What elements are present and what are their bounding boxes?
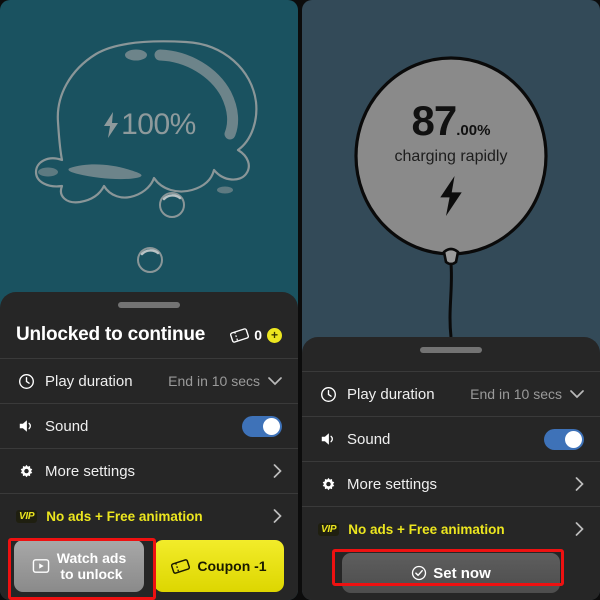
right-phone-panel: 87.00% charging rapidly Play duration En… xyxy=(302,0,600,600)
chevron-down-icon[interactable] xyxy=(570,389,584,399)
row-label: No ads + Free animation xyxy=(348,521,505,537)
vip-icon: VIP xyxy=(318,522,340,536)
page-title: Unlocked to continue xyxy=(16,324,206,345)
screenshot-root: 100% Unlocked to continue 0 + Play durat… xyxy=(0,0,600,600)
chevron-right-icon[interactable] xyxy=(575,522,584,536)
right-percent-fraction: .00% xyxy=(456,122,491,139)
clock-icon xyxy=(318,384,338,404)
slime-blob-icon xyxy=(34,40,258,273)
left-percent-text: 100% xyxy=(121,108,196,141)
row-label: Play duration xyxy=(347,385,435,403)
row-play-duration[interactable]: Play duration End in 10 secs xyxy=(302,371,600,416)
chevron-right-icon[interactable] xyxy=(575,477,584,491)
speaker-icon xyxy=(16,416,36,436)
gear-icon xyxy=(16,461,36,481)
row-more-settings[interactable]: More settings xyxy=(0,448,298,493)
slime-blob-artwork: 100% xyxy=(0,0,298,292)
right-percent-whole: 87 xyxy=(411,97,458,144)
play-duration-value: End in 10 secs xyxy=(168,373,260,389)
row-no-ads-free-animation[interactable]: VIP No ads + Free animation xyxy=(0,493,298,538)
row-play-duration[interactable]: Play duration End in 10 secs xyxy=(0,358,298,403)
left-phone-panel: 100% Unlocked to continue 0 + Play durat… xyxy=(0,0,298,600)
row-sound[interactable]: Sound xyxy=(302,416,600,461)
row-label: Sound xyxy=(45,417,89,435)
clock-icon xyxy=(16,371,36,391)
ticket-icon xyxy=(230,327,250,343)
chevron-down-icon[interactable] xyxy=(268,376,282,386)
lightning-bolt-icon xyxy=(302,176,600,216)
row-no-ads-free-animation[interactable]: VIP No ads + Free animation xyxy=(302,506,600,551)
row-sound[interactable]: Sound xyxy=(0,403,298,448)
row-label: Sound xyxy=(347,430,391,448)
charging-status: charging rapidly xyxy=(394,148,508,165)
left-percent-readout: 100% xyxy=(0,108,298,142)
row-label: Play duration xyxy=(45,372,133,390)
coupon-button[interactable]: Coupon -1 xyxy=(154,540,284,592)
coupon-button-label: Coupon -1 xyxy=(197,558,267,574)
right-percent-readout: 87.00% charging rapidly xyxy=(302,100,600,216)
lightning-bolt-icon xyxy=(102,112,120,138)
row-label: More settings xyxy=(45,462,136,480)
coupon-balance-badge[interactable]: 0 + xyxy=(230,327,282,343)
row-label: No ads + Free animation xyxy=(46,508,203,524)
highlight-box-watch-ads xyxy=(8,538,156,600)
row-more-settings[interactable]: More settings xyxy=(302,461,600,506)
chevron-right-icon[interactable] xyxy=(273,464,282,478)
gear-icon xyxy=(318,474,338,494)
speaker-icon xyxy=(318,429,338,449)
sound-toggle[interactable] xyxy=(242,415,282,437)
chevron-right-icon[interactable] xyxy=(273,509,282,523)
sound-toggle[interactable] xyxy=(544,428,584,450)
plus-icon[interactable]: + xyxy=(267,327,282,343)
ticket-icon xyxy=(171,558,191,574)
row-label: More settings xyxy=(347,475,438,493)
highlight-box-set-now xyxy=(332,549,564,586)
left-sheet-header: Unlocked to continue 0 + xyxy=(0,308,298,358)
vip-icon: VIP xyxy=(16,509,38,523)
balloon-artwork: 87.00% charging rapidly xyxy=(302,0,600,337)
coupon-count: 0 xyxy=(254,327,262,343)
play-duration-value: End in 10 secs xyxy=(470,386,562,402)
percent-line: 87.00% xyxy=(302,100,600,142)
